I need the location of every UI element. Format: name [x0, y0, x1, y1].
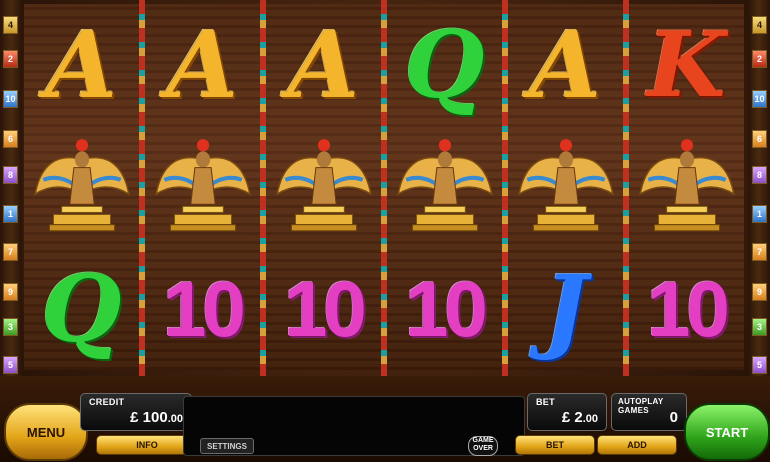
payline-markers-left: 4 2 10 6 8 1 7 9 3 5	[0, 0, 22, 380]
credit-display: CREDIT £ 100.00	[80, 393, 192, 431]
payline-marker-right-8: 8	[752, 166, 767, 184]
payline-marker-left-9: 9	[3, 283, 18, 301]
symbol-glyph: 10	[647, 264, 730, 353]
payline-marker-left-4: 4	[3, 16, 18, 34]
credit-currency: £	[130, 409, 139, 426]
credit-label: CREDIT	[89, 397, 125, 407]
payline-marker-right-1: 1	[752, 205, 767, 223]
symbol-goddess	[508, 126, 623, 248]
symbol-glyph: A	[166, 11, 239, 119]
credit-pence: 00	[170, 413, 183, 425]
reel-4: Q 10	[387, 4, 502, 370]
symbol-glyph: 10	[163, 264, 246, 353]
game-over-line1: GAME	[472, 437, 494, 444]
bet-pence: 00	[585, 413, 598, 425]
payline-marker-right-6: 6	[752, 130, 767, 148]
symbol-glyph: 10	[405, 264, 488, 353]
payline-marker-left-5: 5	[3, 356, 18, 374]
settings-button[interactable]: SETTINGS	[200, 438, 254, 454]
symbol-glyph: A	[529, 11, 602, 119]
symbol-a: A	[24, 4, 139, 126]
symbol-a: A	[508, 4, 623, 126]
payline-marker-right-7: 7	[752, 243, 767, 261]
add-button[interactable]: ADD	[597, 435, 677, 455]
symbol-k: K	[629, 4, 744, 126]
symbol-goddess	[629, 126, 744, 248]
symbol-glyph: 10	[284, 264, 367, 353]
symbol-10: 10	[387, 248, 502, 370]
payline-marker-right-5: 5	[752, 356, 767, 374]
credit-whole: 100	[142, 409, 168, 426]
symbol-glyph: Q	[41, 255, 122, 363]
menu-button[interactable]: MENU	[4, 403, 88, 461]
credit-value: £ 100.00	[130, 409, 183, 426]
symbol-glyph: A	[287, 11, 360, 119]
bet-whole: 2	[574, 409, 583, 426]
game-over-button[interactable]: GAME OVER	[468, 436, 498, 456]
payline-marker-left-8: 8	[3, 166, 18, 184]
bet-currency: £	[561, 409, 571, 426]
symbol-glyph: Q	[404, 11, 485, 119]
bet-value: £ 2.00	[562, 409, 598, 426]
slot-game: 4 2 10 6 8 1 7 9 3 5 4 2 10 6 8 1 7 9 3 5 A Q A 10 A 10 Q 10 A J K 10…	[0, 0, 770, 462]
symbol-10: 10	[145, 248, 260, 370]
payline-marker-right-9: 9	[752, 283, 767, 301]
reel-1: AQ	[24, 4, 139, 370]
symbol-q: Q	[387, 4, 502, 126]
symbol-a: A	[266, 4, 381, 126]
reel-area: A Q A 10 A 10 Q 10 A J K 10	[22, 0, 748, 376]
symbol-goddess	[145, 126, 260, 248]
symbol-glyph: A	[45, 11, 118, 119]
payline-marker-left-1: 1	[3, 205, 18, 223]
symbol-j: J	[508, 248, 623, 370]
symbol-10: 10	[266, 248, 381, 370]
symbol-goddess	[24, 126, 139, 248]
symbol-goddess	[387, 126, 502, 248]
payline-marker-left-3: 3	[3, 318, 18, 336]
payline-marker-right-4: 4	[752, 16, 767, 34]
bet-label: BET	[536, 397, 555, 407]
payline-marker-right-10: 10	[752, 90, 767, 108]
bet-display: BET £ 2.00	[527, 393, 607, 431]
symbol-10: 10	[629, 248, 744, 370]
reel-2: A 10	[145, 4, 260, 370]
reel-6: K 10	[629, 4, 744, 370]
game-over-line2: OVER	[473, 445, 493, 452]
payline-markers-right: 4 2 10 6 8 1 7 9 3 5	[748, 0, 770, 380]
symbol-glyph: K	[647, 12, 726, 118]
autoplay-display: AUTOPLAY GAMES 0	[611, 393, 687, 431]
reel-5: AJ	[508, 4, 623, 370]
symbol-glyph: J	[543, 255, 588, 363]
payline-marker-right-3: 3	[752, 318, 767, 336]
symbol-goddess	[266, 126, 381, 248]
payline-marker-right-2: 2	[752, 50, 767, 68]
symbol-q: Q	[24, 248, 139, 370]
payline-marker-left-7: 7	[3, 243, 18, 261]
start-button[interactable]: START	[684, 403, 770, 461]
bet-button[interactable]: BET	[515, 435, 595, 455]
symbol-a: A	[145, 4, 260, 126]
autoplay-value: 0	[669, 409, 678, 426]
payline-marker-left-2: 2	[3, 50, 18, 68]
payline-marker-left-10: 10	[3, 90, 18, 108]
reel-3: A 10	[266, 4, 381, 370]
payline-marker-left-6: 6	[3, 130, 18, 148]
